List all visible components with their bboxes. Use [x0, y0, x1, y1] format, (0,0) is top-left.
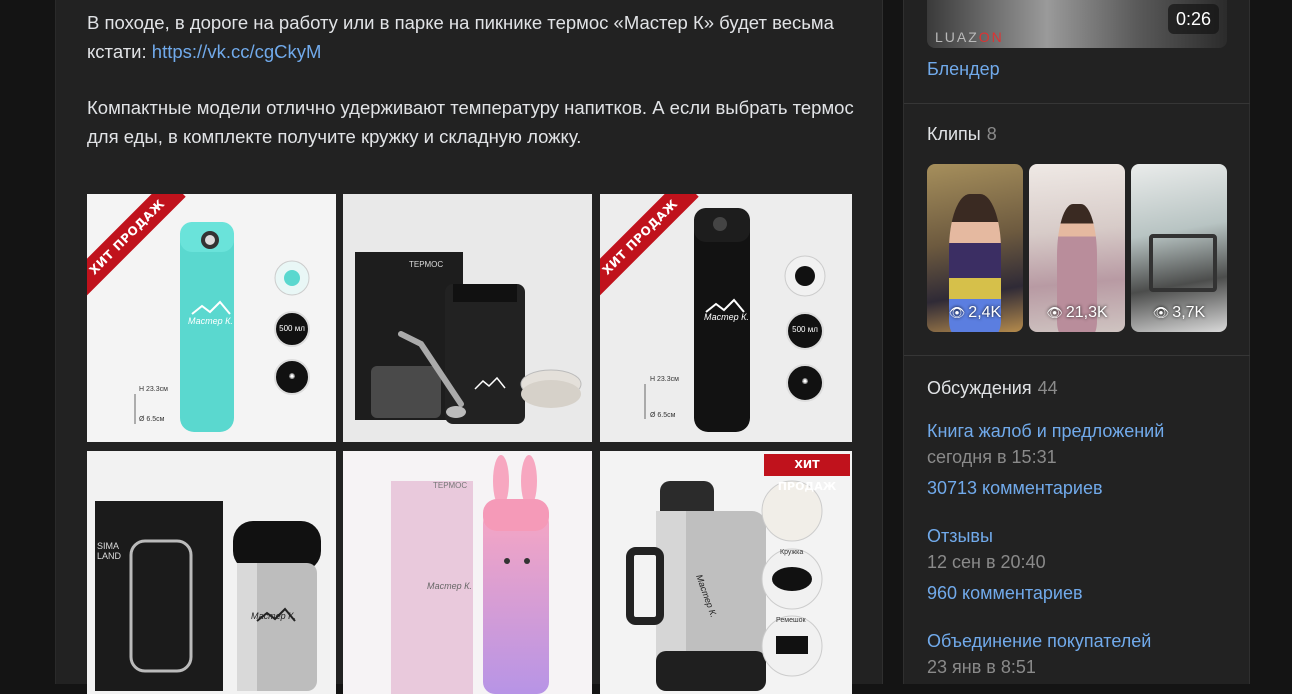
box-label: ТЕРМОС — [409, 260, 444, 269]
clip-thumbnail[interactable]: 👁 2,4K — [927, 164, 1023, 332]
discussion-title-link[interactable]: Объединение покупателей — [927, 631, 1151, 652]
divider — [904, 355, 1250, 356]
photo-food-jar[interactable]: SIMA LAND Мастер К. — [87, 451, 336, 694]
clip-thumbnail[interactable]: 👁 21,3K — [1029, 164, 1125, 332]
brand-logo: Мастер К. — [704, 312, 749, 322]
post-text-paragraph-1: В походе, в дороге на работу или в парке… — [87, 8, 867, 66]
food-jar-illustration — [95, 501, 321, 691]
eye-icon: 👁 — [1152, 305, 1170, 320]
discussion-comments-link[interactable]: 960 комментариев — [927, 583, 1083, 604]
photo-steel-thermos[interactable]: ХИТ ПРОДАЖ Кружка Ремешок Мастер К. — [600, 451, 852, 694]
clip-thumbnail[interactable]: 👁 3,7K — [1131, 164, 1227, 332]
clip-views-count: 21,3K — [1065, 304, 1108, 321]
eye-icon: 👁 — [1046, 305, 1063, 320]
brand-logo: Мастер К. — [251, 611, 296, 621]
discussion-date: 23 янв в 8:51 — [927, 657, 1036, 677]
discussion-title-link[interactable]: Отзывы — [927, 526, 993, 547]
video-thumbnail[interactable]: LUAZON 0:26 — [927, 0, 1227, 48]
temperature-badge: ✺ — [786, 364, 824, 402]
post-text-paragraph-2: Компактные модели отлично удерживают тем… — [87, 97, 854, 147]
cup-label: Кружка — [780, 549, 804, 556]
discussion-date: 12 сен в 20:40 — [927, 552, 1046, 572]
brand-logo: Мастер К. — [427, 581, 472, 591]
clip-object — [1149, 234, 1217, 292]
volume-badge: 500 мл — [786, 312, 824, 350]
strap-label: Ремешок — [776, 617, 806, 624]
volume-badge: 500 мл — [274, 311, 310, 347]
eye-icon: 👁 — [948, 305, 966, 320]
discussion-comments-link[interactable]: 30713 комментариев — [927, 478, 1103, 499]
box-label: ТЕРМОС — [433, 481, 468, 490]
discussion-date: сегодня в 15:31 — [927, 447, 1057, 467]
watermark-part-a: LUAZ — [935, 29, 979, 45]
diameter-label: Ø 6.5см — [650, 412, 676, 419]
clips-title: Клипы — [927, 124, 981, 144]
clip-views: 👁 21,3K — [1029, 304, 1125, 322]
photo-black-thermos[interactable]: ХИТ ПРОДАЖ H 23.3см Ø 6.5см Мастер К. 50… — [600, 194, 852, 442]
video-title-link[interactable]: Блендер — [927, 59, 1000, 80]
post-link[interactable]: https://vk.cc/cgCkyM — [152, 41, 322, 62]
bunny-thermos-illustration — [391, 455, 549, 694]
height-label: H 23.3см — [650, 376, 679, 383]
clips-header[interactable]: Клипы 8 — [927, 124, 997, 145]
clip-views: 👁 3,7K — [1131, 304, 1227, 322]
discussion-title-link[interactable]: Книга жалоб и предложений — [927, 421, 1164, 442]
post-photo-grid: ХИТ ПРОДАЖ H 23.3см Ø 6.5см Мастер К. 50… — [87, 194, 853, 694]
diameter-label: Ø 6.5см — [139, 416, 165, 423]
photo-food-thermos[interactable]: ТЕРМОС — [343, 194, 592, 442]
clip-views-count: 2,4K — [968, 304, 1002, 321]
clips-count: 8 — [986, 124, 997, 144]
food-thermos-illustration — [355, 252, 582, 424]
divider — [904, 103, 1250, 104]
video-watermark: LUAZON — [935, 29, 1004, 45]
sima-land-logo: SIMA LAND — [97, 541, 122, 561]
watermark-part-b: ON — [978, 29, 1004, 45]
height-label: H 23.3см — [139, 386, 168, 393]
clip-views: 👁 2,4K — [927, 304, 1023, 322]
discussions-title: Обсуждения — [927, 378, 1032, 398]
clip-views-count: 3,7K — [1172, 304, 1206, 321]
temperature-badge: ✺ — [274, 359, 310, 395]
discussions-header[interactable]: Обсуждения 44 — [927, 378, 1058, 399]
video-duration: 0:26 — [1167, 4, 1219, 34]
discussions-count: 44 — [1037, 378, 1058, 398]
photo-bunny-thermos[interactable]: ТЕРМОС Мастер К. — [343, 451, 592, 694]
photo-teal-thermos[interactable]: ХИТ ПРОДАЖ H 23.3см Ø 6.5см Мастер К. 50… — [87, 194, 336, 442]
brand-logo: Мастер К. — [188, 316, 233, 326]
wall-post: В походе, в дороге на работу или в парке… — [55, 0, 883, 694]
bestseller-ribbon: ХИТ ПРОДАЖ — [764, 454, 850, 493]
right-sidebar: LUAZON 0:26 Блендер Клипы 8 👁 2,4K 👁 21,3K … — [903, 0, 1250, 684]
